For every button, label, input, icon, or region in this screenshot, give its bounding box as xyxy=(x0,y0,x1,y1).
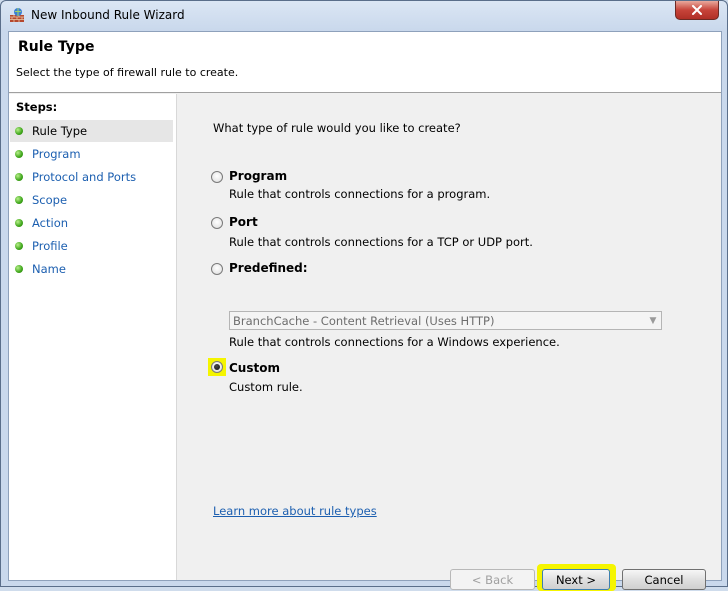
wizard-window: New Inbound Rule Wizard Rule Type Select… xyxy=(0,0,728,591)
step-label[interactable]: Action xyxy=(32,216,68,230)
step-status-icon xyxy=(15,150,23,158)
rule-type-question: What type of rule would you like to crea… xyxy=(213,121,461,135)
radio-program[interactable] xyxy=(211,171,223,183)
option-predefined-label[interactable]: Predefined: xyxy=(229,261,308,275)
chevron-down-icon: ▼ xyxy=(649,315,657,326)
step-status-icon xyxy=(15,173,23,181)
step-label[interactable]: Profile xyxy=(32,239,68,253)
option-program-description: Rule that controls connections for a pro… xyxy=(229,187,491,201)
close-icon xyxy=(692,5,702,15)
option-port-description: Rule that controls connections for a TCP… xyxy=(229,235,533,249)
close-button[interactable] xyxy=(675,1,719,20)
step-label[interactable]: Scope xyxy=(32,193,67,207)
step-rule-type: Rule Type xyxy=(10,120,173,142)
step-label: Rule Type xyxy=(32,124,88,138)
radio-port[interactable] xyxy=(211,217,223,229)
step-program[interactable]: Program xyxy=(10,143,173,165)
option-port-label[interactable]: Port xyxy=(229,215,258,229)
step-status-icon xyxy=(15,265,23,273)
radio-custom[interactable] xyxy=(211,361,223,373)
option-custom-label[interactable]: Custom xyxy=(229,361,280,375)
page-title: Rule Type xyxy=(18,39,95,55)
steps-label: Steps: xyxy=(16,100,58,114)
option-program-label[interactable]: Program xyxy=(229,169,287,183)
predefined-rule-select[interactable]: BranchCache - Content Retrieval (Uses HT… xyxy=(229,311,662,330)
step-action[interactable]: Action xyxy=(10,212,173,234)
step-name[interactable]: Name xyxy=(10,258,173,280)
step-label[interactable]: Protocol and Ports xyxy=(32,170,136,184)
wizard-client: Rule Type Select the type of firewall ru… xyxy=(8,31,722,591)
option-predefined-description: Rule that controls connections for a Win… xyxy=(229,335,560,349)
option-custom-description: Custom rule. xyxy=(229,380,303,394)
step-status-icon xyxy=(15,127,23,135)
step-scope[interactable]: Scope xyxy=(10,189,173,211)
radio-predefined[interactable] xyxy=(211,263,223,275)
step-status-icon xyxy=(15,219,23,227)
steps-panel: Steps: Rule Type Program Protocol and Po… xyxy=(9,94,177,580)
step-profile[interactable]: Profile xyxy=(10,235,173,257)
step-label[interactable]: Name xyxy=(32,262,66,276)
title-bar[interactable]: New Inbound Rule Wizard xyxy=(1,1,727,31)
page-subtitle: Select the type of firewall rule to crea… xyxy=(16,66,239,79)
firewall-wizard-icon xyxy=(9,7,25,23)
step-status-icon xyxy=(15,196,23,204)
window-title: New Inbound Rule Wizard xyxy=(31,8,185,22)
step-status-icon xyxy=(15,242,23,250)
learn-more-link[interactable]: Learn more about rule types xyxy=(213,504,377,518)
step-label[interactable]: Program xyxy=(32,147,81,161)
predefined-select-value: BranchCache - Content Retrieval (Uses HT… xyxy=(233,313,495,328)
rule-type-content: What type of rule would you like to crea… xyxy=(177,94,721,591)
wizard-header: Rule Type Select the type of firewall ru… xyxy=(9,32,721,93)
step-protocol-and-ports[interactable]: Protocol and Ports xyxy=(10,166,173,188)
